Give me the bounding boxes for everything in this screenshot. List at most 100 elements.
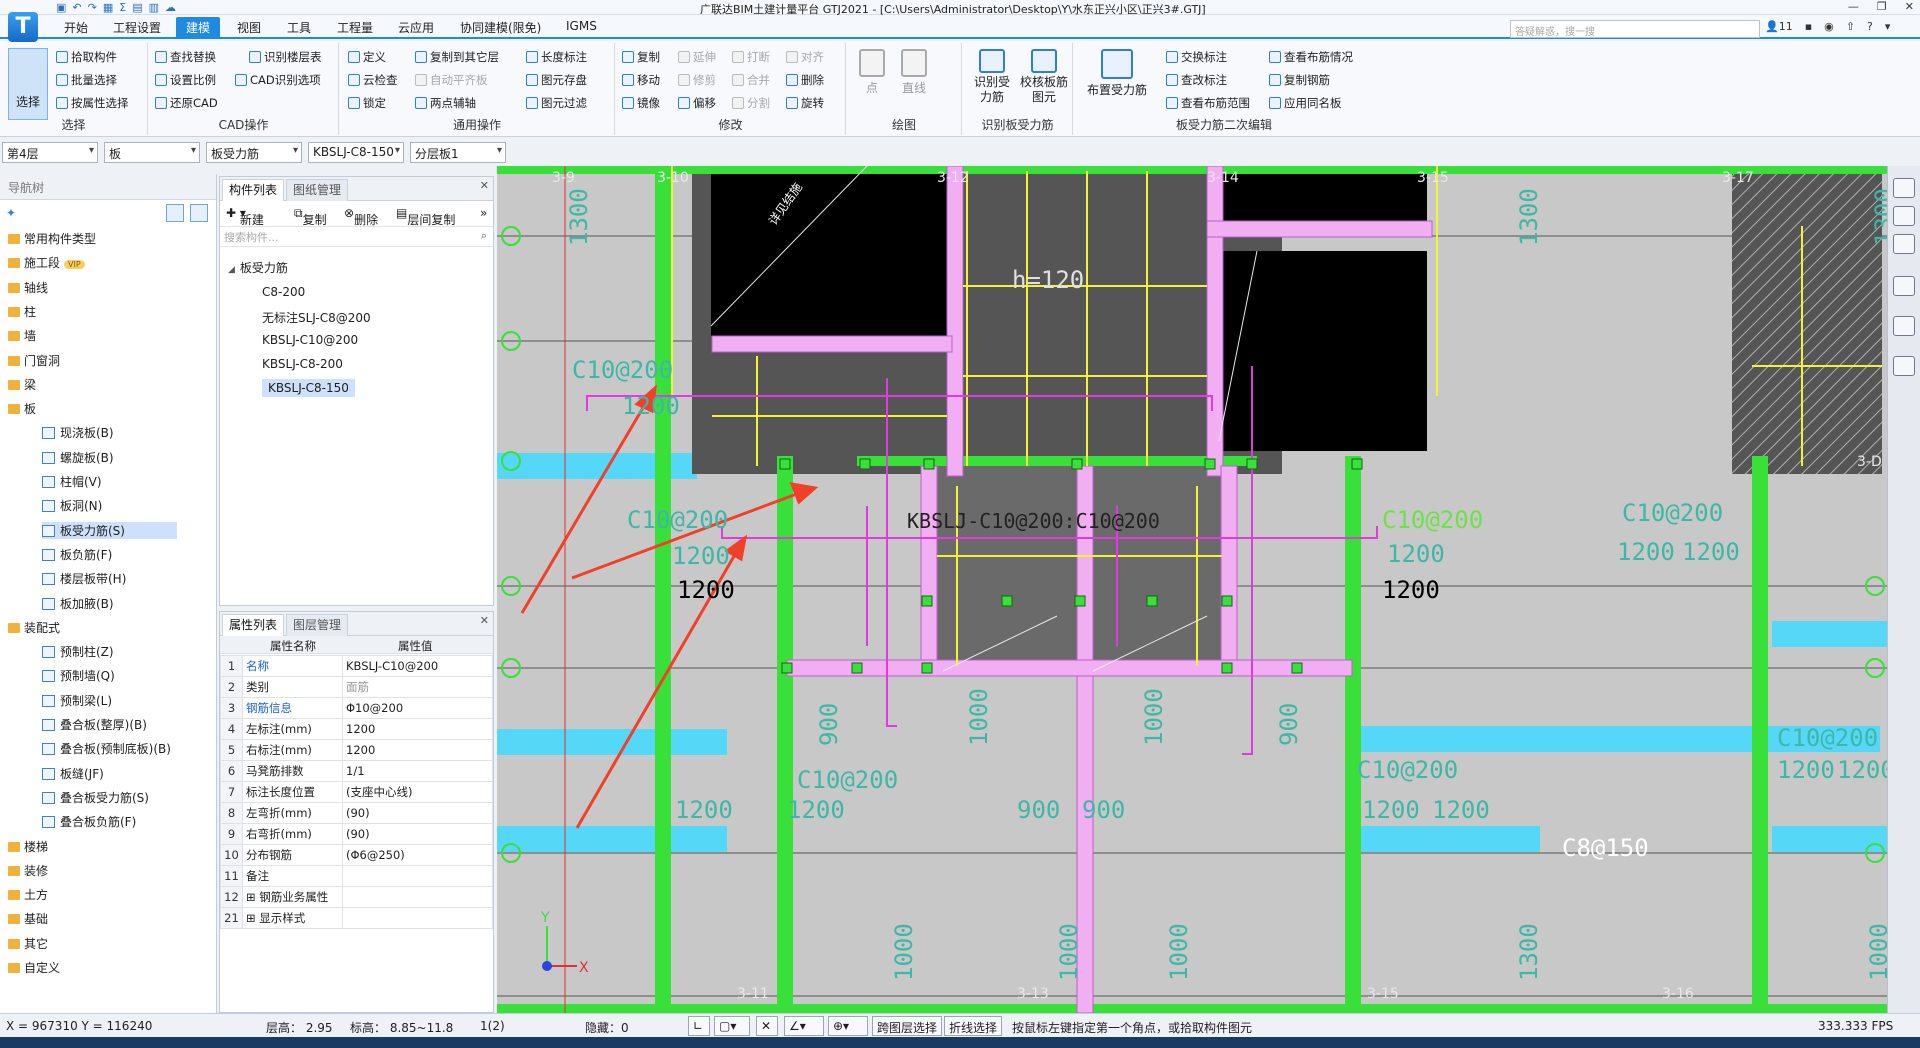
rebar-label[interactable]: 1200 (1432, 796, 1490, 824)
sidebar-item[interactable]: 梁 (8, 376, 36, 393)
card-view-icon[interactable] (190, 204, 208, 222)
align-button[interactable]: 对齐 (786, 49, 824, 65)
component-group[interactable]: ◢ 板受力筋 (228, 259, 288, 276)
property-value[interactable]: 面筋 (342, 676, 493, 698)
length-dim-button[interactable]: 长度标注 (526, 49, 587, 65)
apply-same-slab-button[interactable]: 应用同名板 (1269, 95, 1342, 111)
pin-icon[interactable]: ⇧ (1846, 20, 1855, 33)
rebar-label[interactable]: 1200 (677, 576, 735, 604)
floor-copy-button[interactable]: ▤ 层间复制 (396, 206, 455, 227)
close-icon[interactable]: ✕ (480, 179, 489, 192)
identify-floor-table-button[interactable]: 识别楼层表 (249, 49, 322, 65)
trim-button[interactable]: 修剪 (678, 72, 716, 88)
tab-project-settings[interactable]: 工程设置 (113, 19, 161, 36)
rebar-label[interactable]: 1300 (1515, 923, 1543, 981)
edit-label-button[interactable]: 查改标注 (1166, 72, 1227, 88)
point-draw-button[interactable]: 点 (859, 49, 885, 96)
rebar-label[interactable]: 1000 (965, 688, 993, 746)
sidebar-item[interactable]: 自定义 (8, 959, 60, 976)
rebar-label[interactable]: 1300 (565, 188, 593, 246)
define-button[interactable]: 定义 (348, 49, 386, 65)
component-list-item[interactable]: KBSLJ-C8-150 (262, 379, 355, 397)
tab-cloud[interactable]: 云应用 (398, 19, 434, 36)
cross-icon[interactable]: ✕ (756, 1016, 778, 1036)
check-rebar-button[interactable]: 校核板筋图元 (1019, 49, 1069, 105)
table-row[interactable]: 3 钢筋信息 Φ10@200 (220, 697, 493, 719)
view-2d-icon[interactable] (1893, 206, 1915, 226)
sidebar-item[interactable]: 基础 (8, 910, 48, 927)
sidebar-item[interactable]: 楼层板带(H) (42, 570, 126, 587)
sidebar-item[interactable]: 板加腋(B) (42, 595, 114, 612)
sidebar-item[interactable]: 预制梁(L) (42, 692, 112, 709)
minimize-icon[interactable]: — (1848, 0, 1859, 13)
tab-view[interactable]: 视图 (237, 19, 261, 36)
sum-icon[interactable]: Σ (119, 1, 126, 14)
rebar-label[interactable]: 1200 (675, 796, 733, 824)
table-row[interactable]: 9 右弯折(mm) (90) (220, 823, 493, 845)
snap-icon[interactable]: ▢▾ (714, 1016, 750, 1036)
rebar-label[interactable]: 1000 (1165, 923, 1193, 981)
rebar-label[interactable]: 900 (1017, 796, 1060, 824)
table-row[interactable]: 1 名称 KBSLJ-C10@200 (220, 655, 493, 677)
select-button[interactable]: 选择 (8, 48, 48, 120)
expand-icon[interactable]: ⊞ (246, 890, 259, 904)
property-value[interactable]: (Φ6@250) (342, 844, 493, 866)
table-row[interactable]: 12 ⊞ 钢筋业务属性 (220, 886, 493, 908)
sidebar-item[interactable]: 土方 (8, 886, 48, 903)
rebar-label[interactable]: 1200 (1617, 538, 1675, 566)
sidebar-item[interactable]: 柱帽(V) (42, 473, 102, 490)
sidebar-item[interactable]: 板 (8, 400, 36, 417)
sidebar-item[interactable]: 其它 (8, 935, 48, 952)
sidebar-item[interactable]: 柱 (8, 303, 36, 320)
cross-layer-select-button[interactable]: 跨图层选择 (872, 1016, 943, 1036)
batch-select-button[interactable]: 批量选择 (56, 72, 117, 88)
redo-icon[interactable]: ↷ (88, 1, 97, 14)
rebar-label[interactable]: C8@150 (1562, 834, 1649, 862)
rebar-label[interactable]: 1000 (1055, 923, 1083, 981)
sidebar-item[interactable]: 叠合板(整厚)(B) (42, 716, 147, 733)
tab-tools[interactable]: 工具 (287, 19, 311, 36)
table-icon[interactable]: ▤ (132, 1, 142, 14)
rebar-label[interactable]: 1200 (1777, 756, 1835, 784)
view-rebar-status-button[interactable]: 查看布筋情况 (1269, 49, 1353, 65)
list-view-icon[interactable] (166, 204, 184, 222)
cad-options-button[interactable]: CAD识别选项 (235, 72, 321, 88)
property-value[interactable]: 1/1 (342, 760, 493, 782)
table-row[interactable]: 5 右标注(mm) 1200 (220, 739, 493, 761)
two-point-axis-button[interactable]: 两点辅轴 (415, 95, 476, 111)
rebar-label[interactable]: C10@200 (1622, 499, 1723, 527)
rebar-label[interactable]: 1200 (787, 796, 845, 824)
sidebar-item[interactable]: 板负筋(F) (42, 546, 112, 563)
collapse-icon[interactable]: ◢ (228, 265, 236, 275)
skin-icon[interactable]: ◉ (1824, 20, 1834, 33)
offset-icon[interactable]: ⊕▾ (828, 1016, 868, 1036)
sidebar-item[interactable]: 预制柱(Z) (42, 643, 114, 660)
rebar-label[interactable]: C10@200 (572, 356, 673, 384)
sidebar-item[interactable]: 轴线 (8, 279, 48, 296)
sidebar-item[interactable]: 叠合板(预制底板)(B) (42, 740, 171, 757)
floor-select[interactable]: 第4层 (2, 142, 98, 163)
tab-start[interactable]: 开始 (64, 19, 88, 36)
rebar-label[interactable]: C10@200 (797, 766, 898, 794)
rebar-label[interactable]: C10@200 (1777, 724, 1878, 752)
sidebar-item[interactable]: 现浇板(B) (42, 424, 114, 441)
new-component-button[interactable]: ✚ 新建 ▾ (226, 206, 264, 227)
tab-collab[interactable]: 协同建模(限免) (460, 19, 541, 36)
sidebar-item[interactable]: 螺旋板(B) (42, 449, 114, 466)
auto-flush-slab-button[interactable]: 自动平齐板 (415, 72, 488, 88)
split-button[interactable]: 分割 (732, 95, 770, 111)
sidebar-item[interactable]: 常用构件类型 (8, 230, 96, 247)
copy-button[interactable]: 复制 (622, 49, 660, 65)
sidebar-item[interactable]: 装修 (8, 862, 48, 879)
rotate-view-icon[interactable] (1893, 316, 1915, 336)
cad-drawing[interactable]: 3-9 3-10 3-12 3-14 3-15 3-17 3-11 3-13 3-15 3-16 3… (497, 166, 1887, 1013)
merge-button[interactable]: 合并 (732, 72, 770, 88)
break-button[interactable]: 打断 (732, 49, 770, 65)
sidebar-item[interactable]: 板洞(N) (42, 497, 102, 514)
lock-button[interactable]: 锁定 (348, 95, 386, 111)
sidebar-item[interactable]: 叠合板受力筋(S) (42, 789, 149, 806)
rebar-label[interactable]: 1000 (890, 923, 918, 981)
layer-select[interactable]: 分层板1 (410, 142, 506, 163)
restore-cad-button[interactable]: 还原CAD (155, 95, 218, 111)
user-icon[interactable]: 👤11 (1765, 20, 1793, 33)
